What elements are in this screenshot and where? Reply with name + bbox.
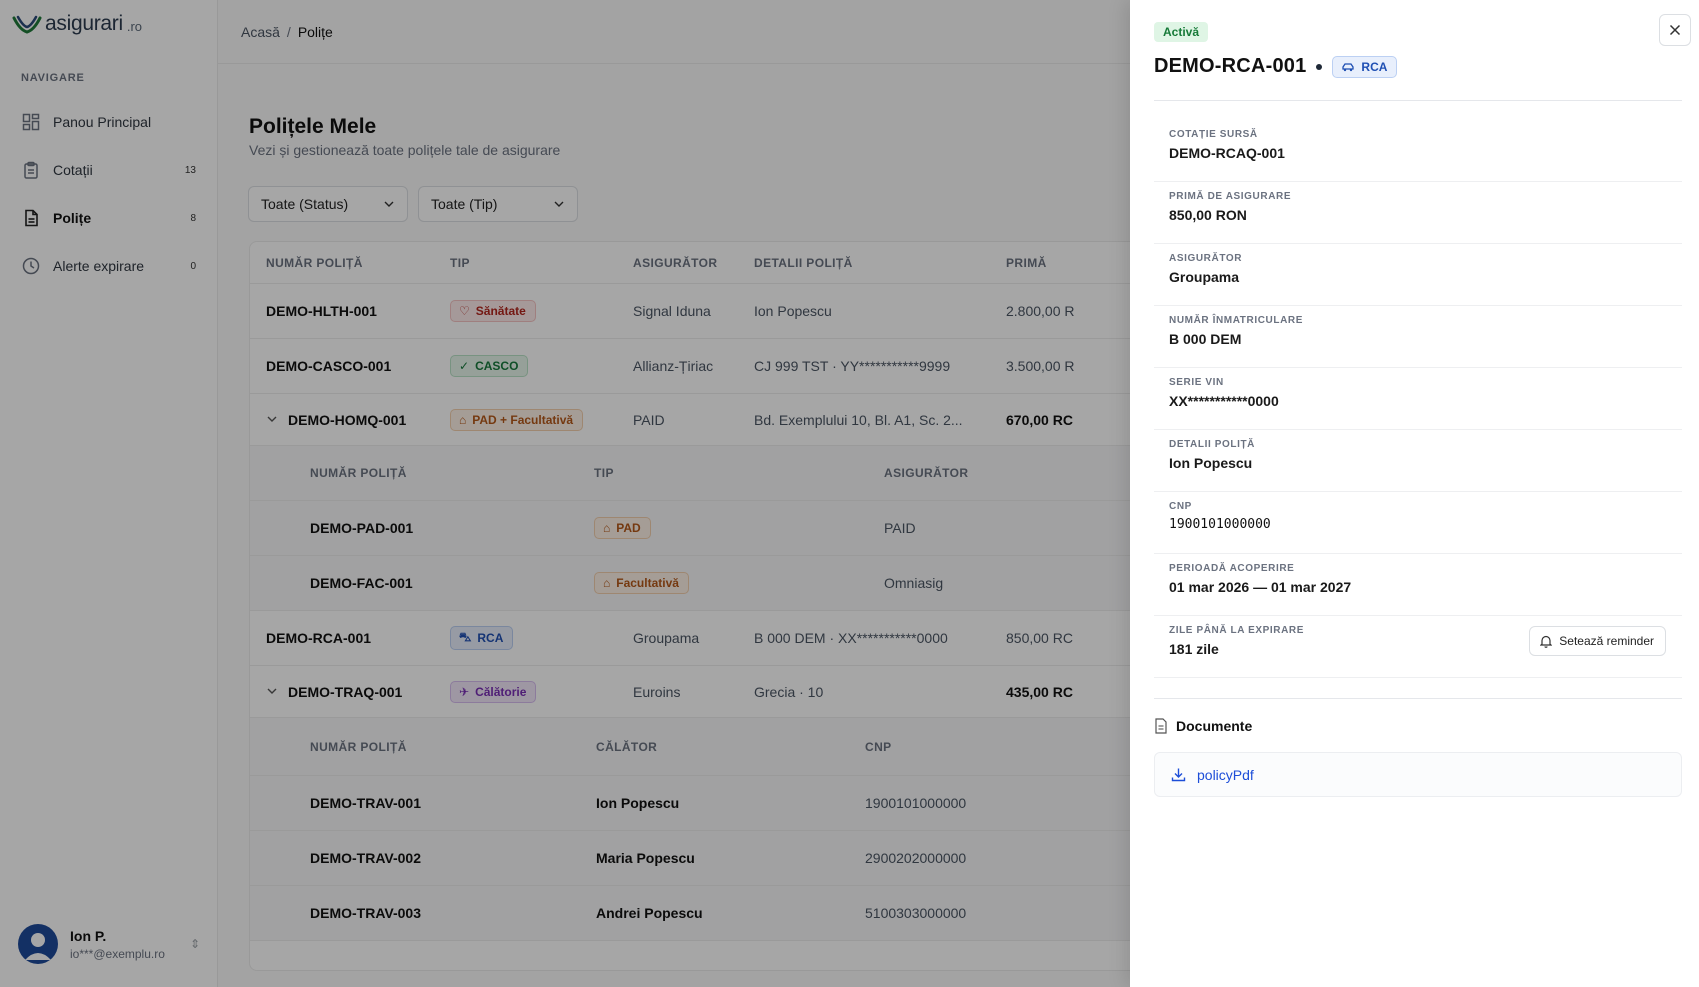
field-vin: SERIE VIN XX***********0000 [1154,368,1682,430]
car-icon [1342,62,1355,71]
document-name: policyPdf [1197,766,1254,783]
divider [1154,100,1682,101]
field-value: DEMO-RCAQ-001 [1169,145,1285,161]
policy-detail-drawer: Activă DEMO-RCA-001 RCA COTAȚIE SURSĂ DE… [1130,0,1699,987]
field-value: 01 mar 2026 — 01 mar 2027 [1169,579,1352,595]
field-label: SERIE VIN [1169,377,1224,388]
title-dot [1316,63,1323,70]
field-label: COTAȚIE SURSĂ [1169,129,1258,140]
document-link-policy-pdf[interactable]: policyPdf [1154,752,1682,797]
modal-backdrop[interactable] [0,0,1130,987]
field-label: ZILE PÂNĂ LA EXPIRARE [1169,625,1305,636]
documents-heading: Documente [1154,718,1252,734]
field-label: PERIOADĂ ACOPERIRE [1169,563,1295,574]
status-badge: Activă [1154,22,1209,42]
field-label: ASIGURĂTOR [1169,253,1243,264]
drawer-title: DEMO-RCA-001 RCA [1154,55,1398,78]
field-value: XX***********0000 [1169,393,1279,409]
field-coverage-period: PERIOADĂ ACOPERIRE 01 mar 2026 — 01 mar … [1154,554,1682,616]
field-value: Groupama [1169,269,1240,285]
close-button[interactable] [1659,14,1691,46]
set-reminder-button[interactable]: Setează reminder [1529,626,1666,656]
field-days-to-expiry: ZILE PÂNĂ LA EXPIRARE 181 zile Setează r… [1154,616,1682,678]
field-source-quote: COTAȚIE SURSĂ DEMO-RCAQ-001 [1154,120,1682,182]
field-value: 850,00 RON [1169,207,1247,223]
policy-number-title: DEMO-RCA-001 [1154,55,1307,77]
field-value: Ion Popescu [1169,455,1253,471]
field-plate-number: NUMĂR ÎNMATRICULARE B 000 DEM [1154,306,1682,368]
download-icon [1171,768,1186,782]
document-icon [1155,718,1167,734]
field-label: CNP [1169,501,1192,512]
set-reminder-label: Setează reminder [1559,634,1654,648]
divider [1154,698,1682,699]
bell-icon [1540,635,1553,648]
field-label: DETALII POLIȚĂ [1169,439,1255,450]
field-premium: PRIMĂ DE ASIGURARE 850,00 RON [1154,182,1682,244]
field-insurer: ASIGURĂTOR Groupama [1154,244,1682,306]
type-pill: RCA [1332,55,1398,78]
close-icon [1669,24,1681,36]
field-label: PRIMĂ DE ASIGURARE [1169,191,1292,202]
field-policy-details: DETALII POLIȚĂ Ion Popescu [1154,430,1682,492]
field-value: B 000 DEM [1169,331,1242,347]
field-value: 181 zile [1169,641,1219,657]
field-label: NUMĂR ÎNMATRICULARE [1169,315,1303,326]
field-value: 1900101000000 [1169,517,1271,532]
documents-title: Documente [1176,718,1253,734]
field-cnp: CNP 1900101000000 [1154,492,1682,554]
